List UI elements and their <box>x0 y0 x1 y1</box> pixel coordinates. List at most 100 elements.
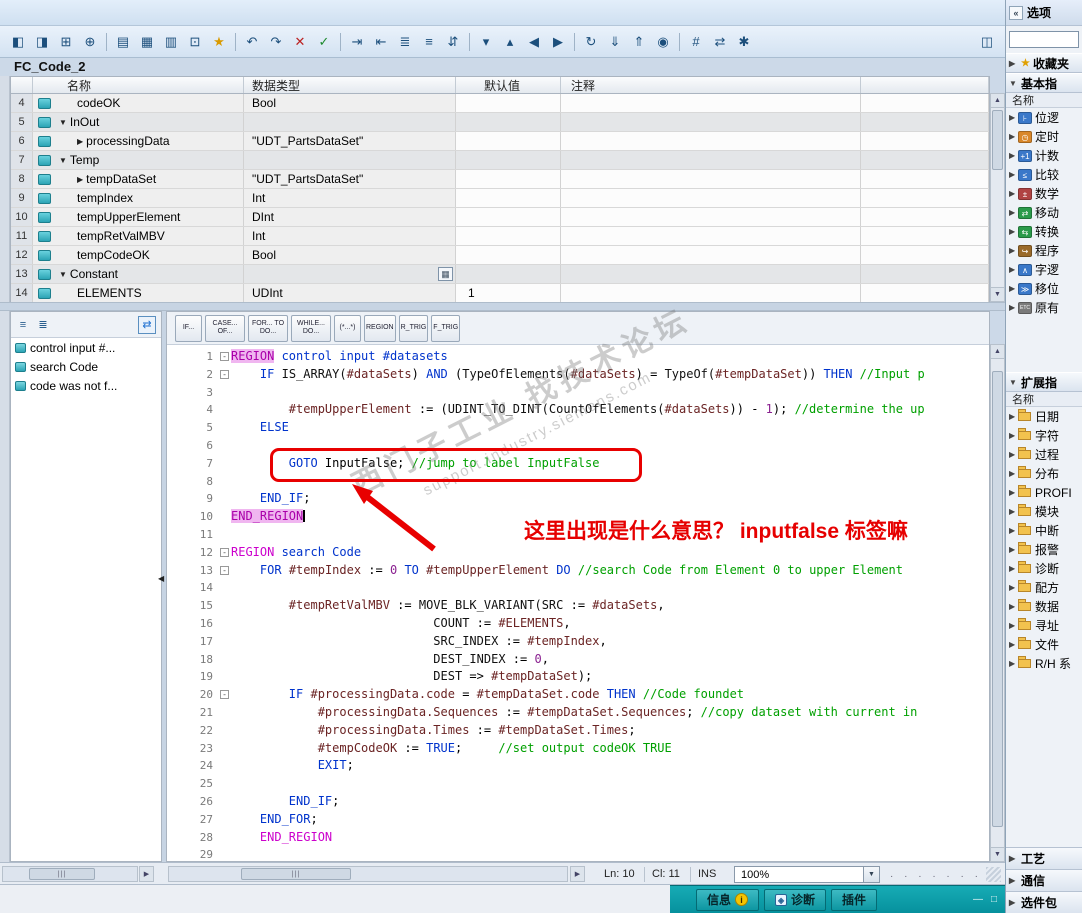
expand-arrow-icon[interactable]: ▼ <box>59 118 67 127</box>
row-number[interactable]: 9 <box>11 189 33 207</box>
cell-name[interactable]: ▼ Constant <box>33 265 244 283</box>
cell-default-value[interactable] <box>456 208 561 226</box>
cell-comment[interactable] <box>561 208 861 226</box>
code-line[interactable]: 3 <box>167 384 989 402</box>
cell-default-value[interactable] <box>456 265 561 283</box>
copy-snapshot-icon[interactable]: ▥ <box>160 31 182 53</box>
instruction-group-模块[interactable]: ▶ 模块 <box>1006 502 1082 521</box>
code-line[interactable]: 5 ELSE <box>167 419 989 437</box>
code-line[interactable]: 14 <box>167 579 989 597</box>
cell-comment[interactable] <box>561 94 861 112</box>
instruction-group-R/H 系[interactable]: ▶ R/H 系 <box>1006 654 1082 673</box>
cell-data-type[interactable]: ▦ <box>244 265 456 283</box>
undo-icon[interactable]: ↶ <box>241 31 263 53</box>
fold-toggle-icon[interactable]: - <box>220 690 229 700</box>
code-line[interactable]: 4 #tempUpperElement := (UDINT_TO_DINT(Co… <box>167 401 989 419</box>
code-line[interactable]: 7 GOTO InputFalse; //jump to label Input… <box>167 455 989 473</box>
cell-default-value[interactable] <box>456 227 561 245</box>
code-line[interactable]: 26 END_IF; <box>167 793 989 811</box>
instruction-group-PROFI[interactable]: ▶ PROFI <box>1006 483 1082 502</box>
row-number[interactable]: 12 <box>11 246 33 264</box>
code-hscrollbar[interactable]: ||| <box>168 866 568 882</box>
outline-hscrollbar[interactable]: ||| <box>2 866 138 882</box>
column-header[interactable]: 数据类型 <box>244 77 456 93</box>
editor-layout-icon[interactable]: ◫ <box>976 31 998 53</box>
instruction-group-移位[interactable]: ▶ ≫ 移位 <box>1006 279 1082 298</box>
fold-toggle-icon[interactable]: - <box>220 369 229 379</box>
scroll-right-icon[interactable]: ▶ <box>139 866 154 882</box>
code-line[interactable]: 13- FOR #tempIndex := 0 TO #tempUpperEle… <box>167 562 989 580</box>
instruction-group-过程[interactable]: ▶ 过程 <box>1006 445 1082 464</box>
toggle-comment-icon[interactable]: ≡ <box>418 31 440 53</box>
instruction-group-转换[interactable]: ▶ ⇆ 转换 <box>1006 222 1082 241</box>
code-line[interactable]: 21 #processingData.Sequences := #tempDat… <box>167 704 989 722</box>
instruction-group-计数[interactable]: ▶ +1 计数 <box>1006 146 1082 165</box>
code-line[interactable]: 24 EXIT; <box>167 757 989 775</box>
cell-data-type[interactable]: UDInt <box>244 284 456 302</box>
cell-name[interactable]: tempRetValMBV <box>33 227 244 245</box>
snippet-tab[interactable]: REGION <box>364 314 396 342</box>
snippet-tab[interactable]: WHILE... DO... <box>291 314 331 342</box>
cell-data-type[interactable] <box>244 113 456 131</box>
collapse-panel-icon[interactable]: ◀ <box>158 574 164 583</box>
snippet-tab[interactable]: CASE... OF... <box>205 314 245 342</box>
network-view-icon[interactable]: # <box>685 31 707 53</box>
upload-icon[interactable]: ⇑ <box>628 31 650 53</box>
scroll-thumb[interactable] <box>992 371 1003 827</box>
code-line[interactable]: 9 END_IF; <box>167 490 989 508</box>
column-header[interactable]: 名称 <box>33 77 244 93</box>
cell-comment[interactable] <box>561 265 861 283</box>
zoom-slider[interactable]: · · · · · · · · <box>890 871 996 882</box>
expand-arrow-icon[interactable]: ▼ <box>59 156 67 165</box>
scroll-right-icon[interactable]: ▶ <box>570 866 585 882</box>
monitor-icon[interactable]: ◉ <box>652 31 674 53</box>
row-number[interactable]: 11 <box>11 227 33 245</box>
cell-comment[interactable] <box>561 227 861 245</box>
code-line[interactable]: 1- REGION control input #datasets <box>167 348 989 366</box>
snippet-tab[interactable]: R_TRIG <box>398 314 429 342</box>
row-number[interactable]: 5 <box>11 113 33 131</box>
split-editor-horizontal-icon[interactable]: ◧ <box>7 31 29 53</box>
search-input[interactable] <box>1009 31 1079 48</box>
accept-edit-icon[interactable]: ✓ <box>313 31 335 53</box>
row-number[interactable]: 13 <box>11 265 33 283</box>
instruction-group-数学[interactable]: ▶ ± 数学 <box>1006 184 1082 203</box>
reset-start-values-icon[interactable]: ⊡ <box>184 31 206 53</box>
snippet-tab[interactable]: (*...*) <box>334 314 361 342</box>
scroll-up-icon[interactable]: ▲ <box>991 94 1004 108</box>
code-area[interactable]: 1- REGION control input #datasets 2- IF IS… <box>167 345 989 863</box>
variable-table-scrollbar[interactable]: ▲ ▼ <box>990 93 1005 302</box>
row-number[interactable]: 7 <box>11 151 33 169</box>
resize-grip[interactable] <box>986 867 1001 882</box>
code-line[interactable]: 19 DEST => #tempDataSet); <box>167 668 989 686</box>
section-工艺[interactable]: ▶ 工艺 <box>1006 847 1082 869</box>
instruction-group-报警[interactable]: ▶ 报警 <box>1006 540 1082 559</box>
cell-name[interactable]: tempUpperElement <box>33 208 244 226</box>
collapse-options-icon[interactable]: « <box>1009 5 1023 20</box>
instruction-group-定时[interactable]: ▶ ◷ 定时 <box>1006 127 1082 146</box>
code-line[interactable]: 25 <box>167 775 989 793</box>
outline-item[interactable]: control input #... <box>11 338 161 357</box>
code-editor-scrollbar[interactable]: ▲ ▼ <box>990 344 1005 862</box>
sync-with-editor-icon[interactable]: ⇄ <box>138 315 156 334</box>
previous-position-icon[interactable]: ◀ <box>523 31 545 53</box>
code-line[interactable]: 20- IF #processingData.code = #tempDataS… <box>167 686 989 704</box>
snippet-tab[interactable]: FOR... TO DO... <box>248 314 288 342</box>
instruction-group-中断[interactable]: ▶ 中断 <box>1006 521 1082 540</box>
code-line[interactable]: 17 SRC_INDEX := #tempIndex, <box>167 633 989 651</box>
column-header[interactable]: 默认值 <box>456 77 561 93</box>
scroll-up-icon[interactable]: ▲ <box>991 345 1004 359</box>
instruction-group-移动[interactable]: ▶ ⇄ 移动 <box>1006 203 1082 222</box>
inspector-tab-插件[interactable]: 插件 <box>831 888 878 911</box>
cell-name[interactable]: ▶ processingData <box>33 132 244 150</box>
snapshot-icon[interactable]: ▦ <box>136 31 158 53</box>
scroll-thumb[interactable]: ||| <box>29 868 95 880</box>
cell-default-value[interactable] <box>456 189 561 207</box>
cell-comment[interactable] <box>561 132 861 150</box>
instruction-group-文件[interactable]: ▶ 文件 <box>1006 635 1082 654</box>
compile-icon[interactable]: ↻ <box>580 31 602 53</box>
cell-data-type[interactable]: Bool <box>244 246 456 264</box>
expand-arrow-icon[interactable]: ▶ <box>77 137 83 146</box>
outline-item[interactable]: code was not f... <box>11 376 161 395</box>
instruction-group-诊断[interactable]: ▶ 诊断 <box>1006 559 1082 578</box>
